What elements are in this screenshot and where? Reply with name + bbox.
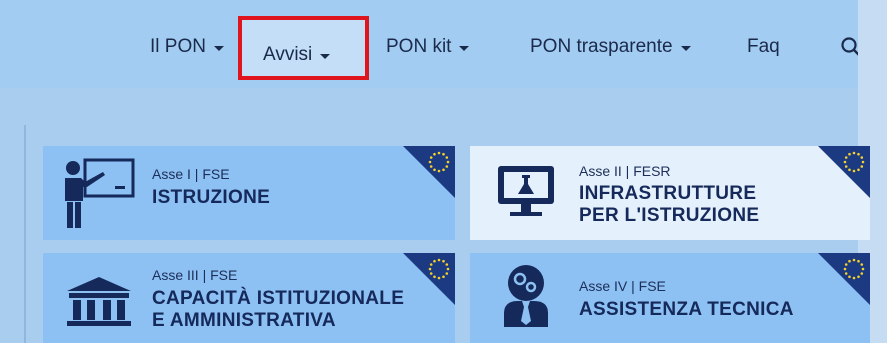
card-title-line: ISTRUZIONE [152,187,271,208]
card-asse-3[interactable]: Asse III | FSE CAPACITÀ ISTITUZIONALE E … [43,253,455,343]
technician-gears-icon [504,265,548,327]
caret-down-icon [680,46,691,51]
eu-stars-icon [428,258,450,280]
card-subtitle: Asse II | FESR [579,163,671,179]
caret-down-icon [320,54,331,59]
nav-item-label: Avvisi [263,44,313,65]
card-title: ASSISTENZA TECNICA [579,299,794,321]
caret-down-icon [459,46,470,51]
eu-stars-icon [843,151,865,173]
caret-down-icon [213,46,224,51]
institution-building-icon [67,277,131,326]
top-nav: Il PON Avvisi PON kit PON trasparente Fa… [0,0,887,88]
teacher-blackboard-icon [65,158,135,228]
nav-item-faq[interactable]: Faq [747,36,780,58]
card-asse-4[interactable]: Asse IV | FSE ASSISTENZA TECNICA [470,253,870,343]
nav-item-label: Faq [747,36,780,57]
card-title-line: E AMMINISTRATIVA [152,310,336,331]
computer-monitor-flask-icon [498,166,554,216]
card-title-line: CAPACITÀ ISTITUZIONALE [152,288,405,309]
card-title-line: INFRASTRUTTURE [579,183,757,204]
card-asse-1[interactable]: Asse I | FSE ISTRUZIONE [43,146,455,240]
nav-item-label: PON trasparente [530,36,673,57]
nav-item-label: Il PON [150,36,206,57]
card-title-line: PER L'ISTRUZIONE [579,205,760,226]
eu-stars-icon [843,258,865,280]
nav-item-pon-trasparente[interactable]: PON trasparente [530,36,691,58]
divider [24,125,26,343]
card-title: INFRASTRUTTURE PER L'ISTRUZIONE [579,183,759,227]
card-title: ISTRUZIONE [152,187,270,209]
card-asse-2[interactable]: Asse II | FESR INFRASTRUTTURE PER L'ISTR… [470,146,870,240]
card-title: CAPACITÀ ISTITUZIONALE E AMMINISTRATIVA [152,288,404,332]
nav-item-label: PON kit [386,36,452,57]
card-subtitle: Asse I | FSE [152,166,230,182]
nav-item-pon-kit[interactable]: PON kit [386,36,470,58]
card-subtitle: Asse III | FSE [152,267,238,283]
card-subtitle: Asse IV | FSE [579,278,666,294]
card-title-line: ASSISTENZA TECNICA [579,299,794,320]
eu-stars-icon [428,151,450,173]
nav-item-avvisi[interactable]: Avvisi [263,44,331,66]
nav-item-il-pon[interactable]: Il PON [150,36,224,58]
